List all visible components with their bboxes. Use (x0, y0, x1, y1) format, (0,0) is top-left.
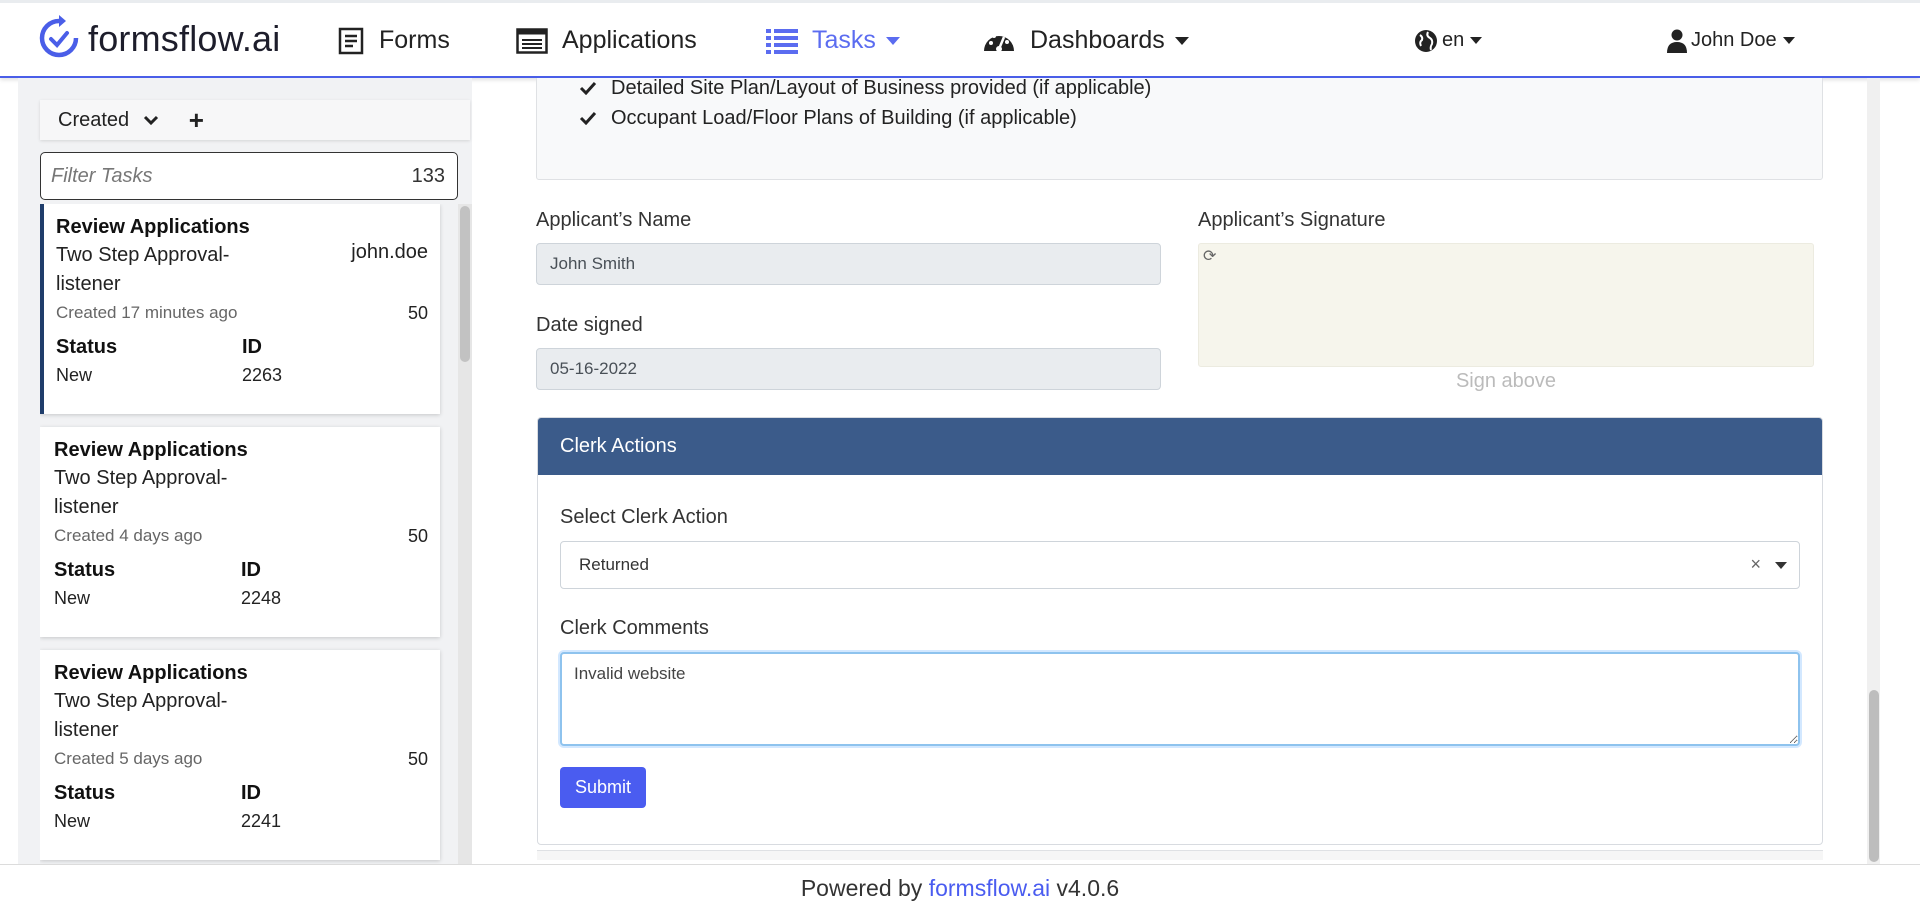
task-assignee: john.doe (351, 241, 428, 263)
date-signed-field[interactable]: 05-16-2022 (536, 348, 1161, 390)
clear-icon[interactable]: × (1750, 554, 1761, 575)
check-icon (579, 111, 597, 125)
add-sort-plus-icon[interactable]: + (189, 107, 204, 133)
applications-icon (516, 27, 548, 54)
status-label: Status (56, 336, 118, 358)
clerk-actions-panel: Clerk Actions Select Clerk Action Return… (537, 417, 1823, 845)
status-value: New (54, 811, 91, 831)
brand-name: formsflow.ai (88, 18, 281, 59)
user-name: John Doe (1691, 29, 1777, 51)
footer: Powered by formsflow.ai v4.0.6 (0, 864, 1920, 901)
signature-label: Applicant’s Signature (1198, 209, 1386, 231)
task-created: Created 4 days ago (54, 526, 203, 545)
task-title: Review Applications (54, 439, 248, 461)
task-title: Review Applications (54, 662, 248, 684)
task-card[interactable]: Review Applications Two Step Approval-li… (40, 650, 440, 860)
refresh-icon[interactable]: ⟳ (1203, 246, 1216, 266)
sort-label: Created (58, 108, 130, 131)
footer-version: v4.0.6 (1050, 875, 1120, 901)
top-navbar: formsflow.ai Forms Applications Tasks Da… (0, 0, 1920, 78)
status-label: Status (54, 782, 116, 804)
id-value: 2241 (241, 811, 282, 831)
task-form-area: Detailed Site Plan/Layout of Business pr… (490, 78, 1880, 864)
task-process: Two Step Approval-listener (54, 690, 228, 741)
clerk-actions-header: Clerk Actions (538, 418, 1822, 475)
brand[interactable]: formsflow.ai (36, 13, 280, 65)
sidebar-scrollbar-thumb[interactable] (460, 206, 470, 362)
nav-applications-label: Applications (562, 26, 697, 54)
id-label: ID (241, 559, 261, 581)
main-scrollbar[interactable] (1867, 78, 1880, 864)
clerk-action-select[interactable]: Returned × (560, 541, 1800, 589)
task-process: Two Step Approval-listener (56, 244, 230, 295)
clerk-comments-textarea[interactable]: Invalid website (560, 652, 1800, 746)
id-value: 2263 (242, 365, 283, 385)
checklist-item-label: Occupant Load/Floor Plans of Building (i… (611, 106, 1077, 129)
formsflow-logo-icon (39, 15, 79, 58)
divider (537, 850, 1823, 860)
documents-checklist: Detailed Site Plan/Layout of Business pr… (536, 78, 1823, 180)
task-priority: 50 (407, 303, 428, 323)
nav-forms[interactable]: Forms (337, 3, 450, 78)
language-label: en (1442, 29, 1465, 51)
clerk-comments-label: Clerk Comments (560, 617, 709, 639)
nav-applications[interactable]: Applications (516, 3, 697, 78)
status-value: New (56, 365, 93, 385)
applicant-name-label: Applicant’s Name (536, 209, 692, 231)
date-signed-label: Date signed (536, 314, 643, 336)
user-menu[interactable]: John Doe (1667, 3, 1795, 78)
tasks-list-icon (766, 28, 798, 54)
signature-pad[interactable]: ⟳ (1198, 243, 1814, 367)
task-sidebar: Created + 133 Review Applications Two St… (18, 78, 472, 864)
filter-tasks-box: 133 (40, 152, 458, 200)
checklist-item-label: Detailed Site Plan/Layout of Business pr… (611, 78, 1152, 99)
task-created: Created 5 days ago (54, 749, 203, 768)
task-count: 133 (411, 164, 445, 187)
checklist-item: Occupant Load/Floor Plans of Building (i… (579, 103, 1822, 133)
checklist-item: Detailed Site Plan/Layout of Business pr… (579, 78, 1822, 103)
task-process: Two Step Approval-listener (54, 467, 228, 518)
clerk-action-value: Returned (579, 555, 649, 574)
task-created: Created 17 minutes ago (56, 303, 238, 322)
forms-icon (338, 27, 364, 54)
task-card[interactable]: Review Applications Two Step Approval-li… (40, 427, 440, 637)
chevron-down-icon (143, 115, 158, 125)
dashboard-gauge-icon (984, 30, 1014, 52)
sidebar-scrollbar[interactable] (458, 204, 472, 864)
chevron-down-icon[interactable] (1775, 562, 1787, 569)
clerk-action-label: Select Clerk Action (560, 506, 728, 528)
user-icon (1667, 29, 1687, 53)
status-value: New (54, 588, 91, 608)
nav-forms-label: Forms (379, 26, 450, 54)
nav-tasks-label: Tasks (812, 26, 876, 54)
main-scrollbar-thumb[interactable] (1869, 690, 1879, 862)
sort-dropdown[interactable]: Created (58, 109, 189, 132)
globe-icon (1415, 29, 1437, 52)
chevron-down-icon (1782, 37, 1795, 44)
filter-tasks-input[interactable] (51, 164, 351, 188)
task-card[interactable]: Review Applications Two Step Approval-li… (40, 204, 440, 414)
id-label: ID (242, 336, 262, 358)
sort-bar: Created + (40, 100, 470, 140)
signature-caption: Sign above (1455, 370, 1557, 392)
footer-link[interactable]: formsflow.ai (929, 875, 1050, 901)
chevron-down-icon (885, 36, 900, 45)
task-priority: 50 (407, 749, 428, 769)
check-icon (579, 81, 597, 95)
id-value: 2248 (241, 588, 282, 608)
nav-dashboards[interactable]: Dashboards (982, 3, 1189, 78)
chevron-down-icon (1174, 36, 1189, 45)
id-label: ID (241, 782, 261, 804)
status-label: Status (54, 559, 116, 581)
footer-prefix: Powered by (800, 875, 929, 901)
nav-tasks[interactable]: Tasks (766, 3, 900, 78)
language-selector[interactable]: en (1414, 3, 1483, 78)
nav-dashboards-label: Dashboards (1030, 26, 1165, 54)
task-title: Review Applications (56, 216, 250, 238)
applicant-name-field[interactable]: John Smith (536, 243, 1161, 285)
submit-button[interactable]: Submit (560, 767, 646, 808)
chevron-down-icon (1470, 37, 1483, 44)
task-priority: 50 (407, 526, 428, 546)
task-list: Review Applications Two Step Approval-li… (40, 204, 458, 864)
